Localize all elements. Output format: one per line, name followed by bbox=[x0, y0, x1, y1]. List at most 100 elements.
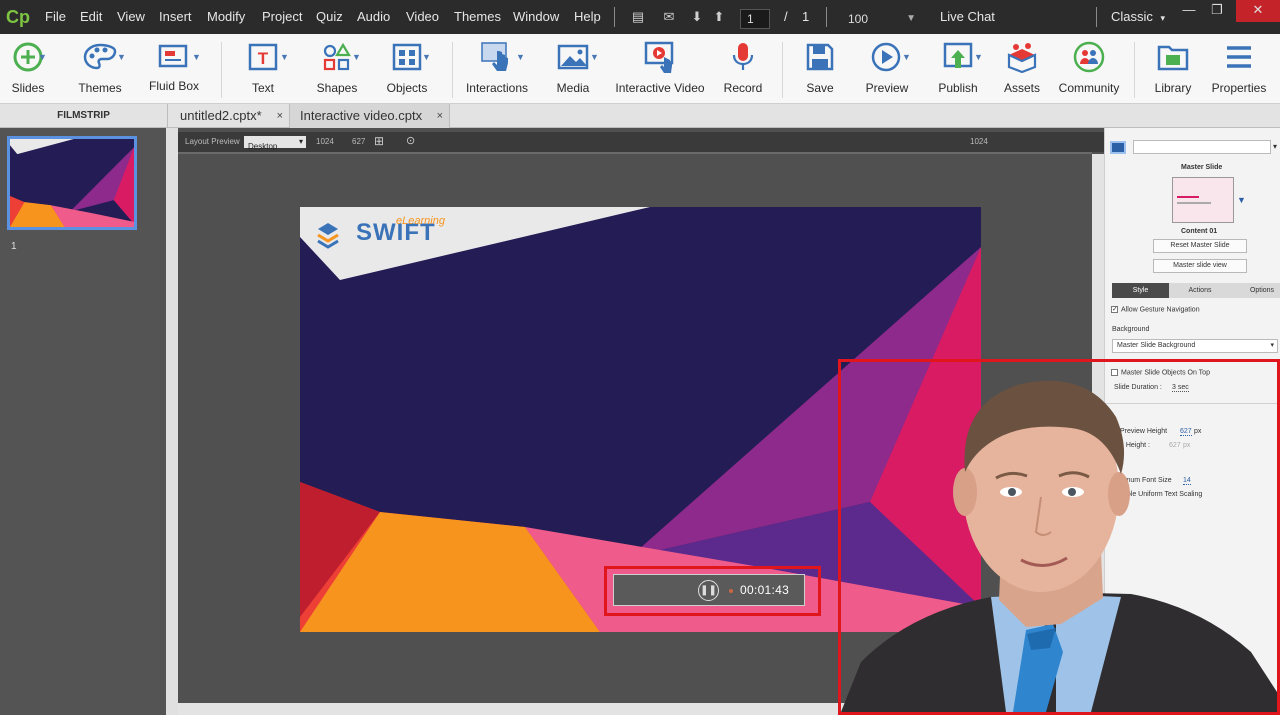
live-chat-link[interactable]: Live Chat bbox=[940, 0, 995, 34]
master-slide-title: Master Slide bbox=[1181, 164, 1223, 171]
chevron-down-icon: ▼ bbox=[422, 52, 431, 62]
record-label: Record bbox=[723, 81, 763, 95]
comment-icon[interactable]: ▤ bbox=[630, 9, 646, 25]
record-button[interactable]: Record bbox=[720, 34, 766, 104]
tab-actions[interactable]: Actions bbox=[1172, 283, 1228, 298]
save-label: Save bbox=[806, 81, 834, 95]
chevron-down-icon: ▼ bbox=[352, 52, 361, 62]
community-icon bbox=[1062, 40, 1116, 74]
publish-label: Publish bbox=[938, 81, 978, 95]
menu-project[interactable]: Project bbox=[262, 0, 302, 34]
workspace-label: Classic bbox=[1111, 9, 1153, 24]
menu-window[interactable]: Window bbox=[513, 0, 559, 34]
master-slide-view-button[interactable]: Master slide view bbox=[1153, 259, 1247, 273]
brand-script: eLearning bbox=[396, 215, 445, 227]
menu-audio[interactable]: Audio bbox=[357, 0, 390, 34]
add-icon[interactable]: ⊞ bbox=[374, 134, 384, 148]
publish-button[interactable]: ▼ Publish bbox=[932, 34, 984, 104]
chevron-down-icon: ▼ bbox=[974, 52, 983, 62]
interactive-video-icon bbox=[618, 40, 702, 74]
reset-master-button[interactable]: Reset Master Slide bbox=[1153, 239, 1247, 253]
workspace-select[interactable]: Classic ▾ bbox=[1111, 0, 1165, 34]
slide-thumbnail[interactable] bbox=[7, 136, 137, 230]
assets-button[interactable]: Assets bbox=[1000, 34, 1044, 104]
ruler bbox=[178, 152, 1092, 154]
zoom-select[interactable]: 100 ▼ bbox=[842, 9, 920, 29]
menu-edit[interactable]: Edit bbox=[80, 0, 102, 34]
toolbar-separator bbox=[1134, 42, 1135, 98]
device-select[interactable]: Desktop ▾ bbox=[244, 136, 306, 151]
minimize-icon[interactable]: — bbox=[1174, 0, 1204, 22]
close-icon[interactable]: ✕ bbox=[1236, 0, 1280, 22]
chevron-down-icon: ▾ bbox=[1270, 342, 1274, 349]
checkbox-checked-icon[interactable]: ✓ bbox=[1111, 306, 1118, 313]
menu-separator bbox=[1096, 7, 1097, 27]
interactive-video-label: Interactive Video bbox=[615, 81, 705, 95]
slides-button[interactable]: ▼ Slides bbox=[0, 34, 56, 104]
play-icon[interactable]: ⊙ bbox=[406, 134, 415, 147]
objects-button[interactable]: ▼ Objects bbox=[380, 34, 434, 104]
library-label: Library bbox=[1154, 81, 1192, 95]
community-button[interactable]: Community bbox=[1059, 34, 1119, 104]
text-button[interactable]: T ▼ Text bbox=[238, 34, 289, 104]
restore-icon[interactable]: ❐ bbox=[1202, 0, 1232, 22]
preview-button[interactable]: ▼ Preview bbox=[862, 34, 912, 104]
allow-gesture-row[interactable]: ✓ Allow Gesture Navigation bbox=[1111, 306, 1200, 313]
pause-icon[interactable]: ❚❚ bbox=[698, 580, 719, 601]
close-icon[interactable]: × bbox=[277, 104, 283, 128]
chevron-down-icon[interactable]: ▾ bbox=[1273, 142, 1277, 151]
master-name: Content 01 bbox=[1181, 228, 1218, 235]
background-select[interactable]: Master Slide Background ▾ bbox=[1112, 339, 1278, 353]
tab-options[interactable]: Options bbox=[1234, 283, 1280, 298]
filmstrip-scrollbar[interactable] bbox=[166, 128, 178, 715]
fluid-box-button[interactable]: ▼ Fluid Box bbox=[146, 34, 202, 104]
interactions-button[interactable]: ▼ Interactions bbox=[466, 34, 528, 104]
video-timer-bar[interactable]: ❚❚ 00:01:43 bbox=[613, 574, 805, 606]
timer-value: 00:01:43 bbox=[740, 583, 790, 597]
chevron-down-icon[interactable]: ▼ bbox=[1237, 195, 1246, 205]
menu-file[interactable]: File bbox=[45, 0, 66, 34]
slide-color-swatch[interactable] bbox=[1110, 141, 1126, 154]
menu-video[interactable]: Video bbox=[406, 0, 439, 34]
filmstrip-panel: 1 bbox=[0, 128, 166, 715]
shapes-button[interactable]: ▼ Shapes bbox=[310, 34, 364, 104]
arrow-up-icon[interactable]: ⬆ bbox=[711, 9, 727, 25]
library-button[interactable]: Library bbox=[1150, 34, 1196, 104]
presenter-video-overlay bbox=[838, 359, 1280, 715]
assets-icon bbox=[1000, 40, 1044, 74]
tab-style[interactable]: Style bbox=[1112, 283, 1169, 298]
menu-themes[interactable]: Themes bbox=[454, 0, 501, 34]
tab-interactive-video[interactable]: Interactive video.cptx × bbox=[290, 104, 450, 128]
toolbar-separator bbox=[452, 42, 453, 98]
chevron-down-icon: ▼ bbox=[906, 13, 916, 24]
arrow-down-icon[interactable]: ⬇ bbox=[689, 9, 705, 25]
stage-height: 627 bbox=[352, 137, 366, 146]
tab-label: untitled2.cptx* bbox=[180, 108, 262, 123]
toolbar-separator bbox=[221, 42, 222, 98]
zoom-value: 100 bbox=[848, 12, 869, 26]
menu-view[interactable]: View bbox=[117, 0, 145, 34]
slide-separator: / bbox=[784, 9, 788, 24]
save-button[interactable]: Save bbox=[798, 34, 842, 104]
interactive-video-button[interactable]: Interactive Video bbox=[615, 34, 705, 104]
menu-modify[interactable]: Modify bbox=[207, 0, 245, 34]
text-label: Text bbox=[251, 81, 274, 95]
tab-untitled2[interactable]: untitled2.cptx* × bbox=[170, 104, 290, 128]
menu-help[interactable]: Help bbox=[574, 0, 601, 34]
menu-insert[interactable]: Insert bbox=[159, 0, 192, 34]
close-icon[interactable]: × bbox=[437, 104, 443, 128]
mail-icon[interactable]: ✉ bbox=[661, 9, 677, 25]
chevron-down-icon: ▼ bbox=[902, 52, 911, 62]
assets-label: Assets bbox=[1003, 81, 1040, 95]
menu-quiz[interactable]: Quiz bbox=[316, 0, 343, 34]
save-icon bbox=[798, 40, 842, 74]
slide-name-input[interactable] bbox=[1133, 140, 1271, 154]
slide-number-input[interactable]: 1 bbox=[740, 9, 770, 29]
master-slide-thumbnail[interactable] bbox=[1172, 177, 1234, 223]
menu-separator bbox=[614, 7, 615, 27]
themes-label: Themes bbox=[78, 81, 122, 95]
properties-button[interactable]: Properties bbox=[1212, 34, 1266, 104]
media-button[interactable]: ▼ Media bbox=[544, 34, 602, 104]
interactions-label: Interactions bbox=[465, 81, 529, 95]
themes-button[interactable]: ▼ Themes bbox=[70, 34, 130, 104]
